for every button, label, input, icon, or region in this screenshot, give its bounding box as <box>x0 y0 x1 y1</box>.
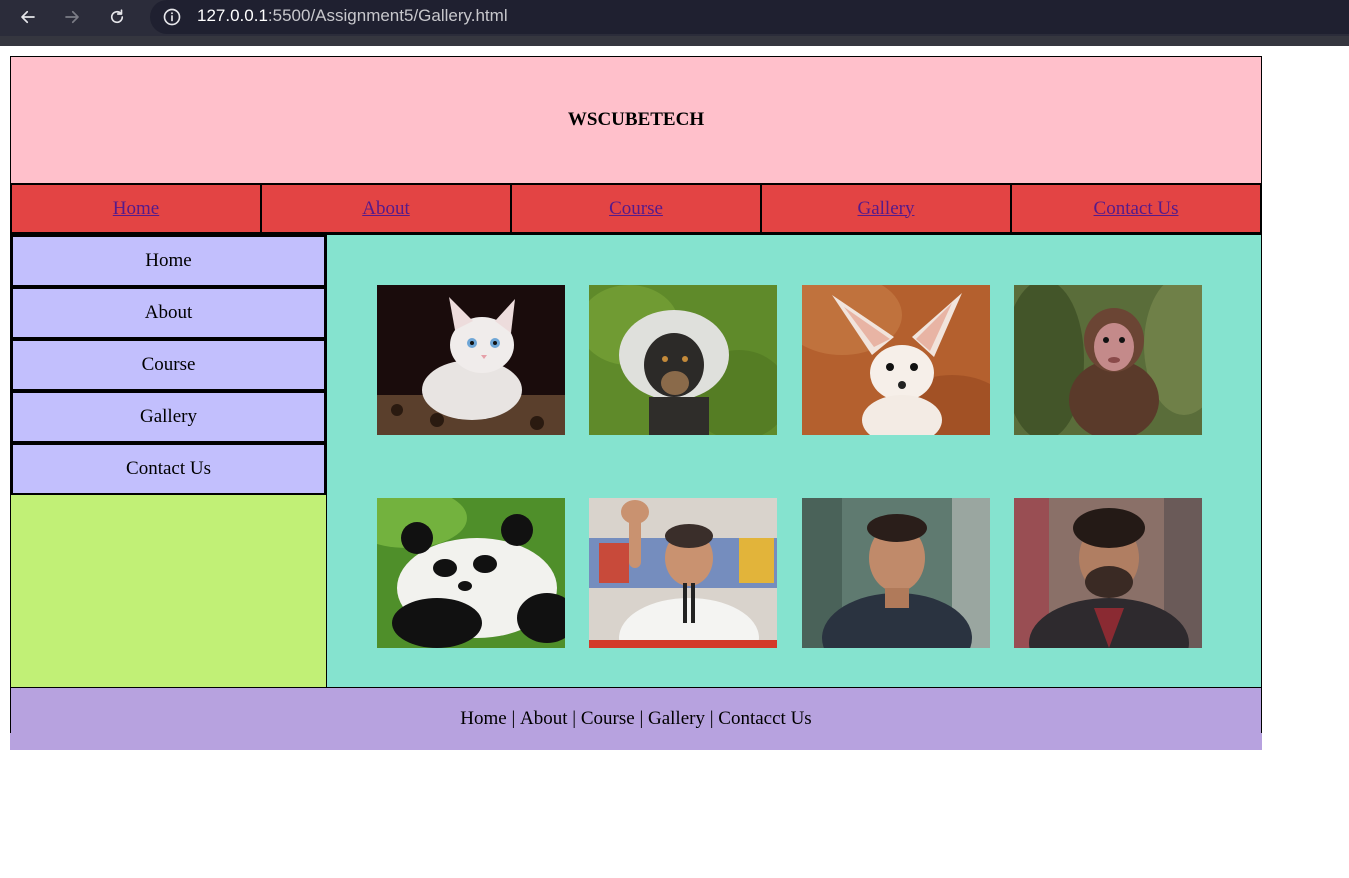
bearded-man-in-suit-image <box>1014 498 1202 648</box>
footer-border-left <box>10 688 11 733</box>
arrow-right-icon[interactable] <box>59 4 85 30</box>
url-text[interactable]: 127.0.0.1:5500/Assignment5/Gallery.html <box>197 6 508 26</box>
topnav-course-link[interactable]: Course <box>511 184 761 233</box>
topnav-about-link[interactable]: About <box>261 184 511 233</box>
toolbar-strip <box>0 36 1349 46</box>
top-nav: Home About Course Gallery Contact Us <box>10 183 1262 234</box>
kitten-image <box>377 285 565 435</box>
page: WSCUBETECH Home About Course Gallery Con… <box>10 56 1262 750</box>
site-title: WSCUBETECH <box>567 109 705 130</box>
browser-toolbar: 127.0.0.1:5500/Assignment5/Gallery.html <box>0 0 1349 46</box>
url-path: :5500/Assignment5/Gallery.html <box>267 6 508 25</box>
footer-about-link[interactable]: About <box>520 708 568 730</box>
footer-separator: | <box>572 708 577 729</box>
man-waving-at-podium-image <box>589 498 777 648</box>
footer-contact-link[interactable]: Contacct Us <box>718 708 811 730</box>
gallery <box>327 234 1262 688</box>
sidebar-item-home[interactable]: Home <box>11 235 326 287</box>
topnav-contact-link[interactable]: Contact Us <box>1011 184 1261 233</box>
fennec-fox-image <box>802 285 990 435</box>
footer-separator: | <box>511 708 516 729</box>
reload-icon[interactable] <box>104 4 130 30</box>
info-icon[interactable] <box>161 6 183 28</box>
arrow-left-icon[interactable] <box>15 4 41 30</box>
topnav-gallery-link[interactable]: Gallery <box>761 184 1011 233</box>
colobus-monkey-image <box>589 285 777 435</box>
header: WSCUBETECH <box>10 56 1262 183</box>
baby-macaque-image <box>1014 285 1202 435</box>
footer-border-right <box>1261 688 1262 733</box>
url-host: 127.0.0.1 <box>197 6 268 25</box>
sidebar-item-gallery[interactable]: Gallery <box>11 391 326 443</box>
sidebar-item-about[interactable]: About <box>11 287 326 339</box>
footer-home-link[interactable]: Home <box>460 708 506 730</box>
footer-gallery-link[interactable]: Gallery <box>648 708 705 730</box>
sidebar-item-course[interactable]: Course <box>11 339 326 391</box>
footer: Home | About | Course | Gallery | Contac… <box>10 688 1262 750</box>
footer-separator: | <box>709 708 714 729</box>
footer-separator: | <box>639 708 644 729</box>
topnav-home-link[interactable]: Home <box>11 184 261 233</box>
man-in-dark-tshirt-image <box>802 498 990 648</box>
sidebar-item-contact[interactable]: Contact Us <box>11 443 326 495</box>
sidebar: Home About Course Gallery Contact Us <box>10 234 327 688</box>
footer-course-link[interactable]: Course <box>581 708 635 730</box>
panda-image <box>377 498 565 648</box>
